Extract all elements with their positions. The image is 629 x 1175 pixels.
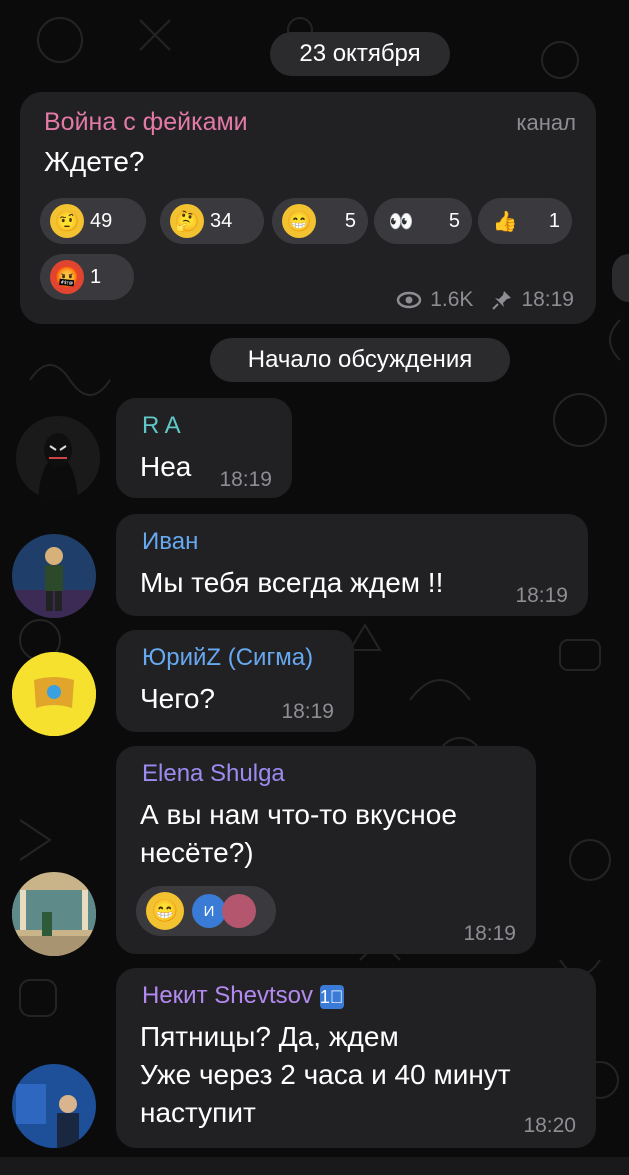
reactor-avatar-photo [222, 894, 256, 928]
thumbs-up-emoji-icon: 👍 [492, 210, 518, 233]
message-author[interactable]: Иван [142, 528, 198, 556]
discussion-start-chip: Начало обсуждения [210, 338, 510, 382]
message-bubble[interactable]: Иван Мы тебя всегда ждем !! 18:19 [116, 514, 588, 616]
avatar-image [12, 534, 96, 618]
grin-emoji-icon: 😁 [282, 204, 316, 238]
grin-emoji-icon: 😁 [146, 892, 184, 930]
avatar-image [12, 872, 96, 956]
reaction-count: 34 [210, 209, 233, 232]
reaction-count: 49 [90, 209, 113, 232]
message-time: 18:19 [463, 922, 516, 945]
avatar[interactable] [12, 534, 96, 618]
reaction-count: 5 [344, 209, 356, 232]
section-label: Начало обсуждения [247, 346, 473, 373]
share-button[interactable] [612, 254, 629, 302]
author-name[interactable]: Некит Shevtsov [142, 982, 313, 1009]
reactor-avatar: И [192, 894, 226, 928]
reaction-raised-eyebrow[interactable]: 🤨 49 [40, 198, 146, 244]
reaction-thinking[interactable]: 🤔 34 [160, 198, 264, 244]
message-text-line: наступит [140, 1097, 256, 1128]
message-text-line: несёте?) [140, 837, 254, 868]
avatar-image [12, 1064, 96, 1148]
avatar[interactable] [12, 1064, 96, 1148]
reaction-count: 1 [90, 265, 102, 288]
message-reaction[interactable]: 😁 И [136, 886, 276, 936]
reaction-eyes[interactable]: 👀 5 [374, 198, 472, 244]
reaction-count: 5 [448, 209, 460, 232]
message-text-line: А вы нам что-то вкусное [140, 799, 457, 830]
message-text-line: Уже через 2 часа и 40 минут [140, 1059, 511, 1090]
message-time: 18:19 [281, 700, 334, 723]
message-time: 18:19 [219, 468, 272, 491]
channel-name[interactable]: Война с фейками [44, 108, 248, 137]
avatar-image [12, 652, 96, 736]
message-author[interactable]: Elena Shulga [142, 760, 285, 788]
channel-post[interactable]: Война с фейками канал Ждете? 🤨 49 🤔 34 😁… [20, 92, 596, 324]
message-author[interactable]: Некит Shevtsov 1⃣ [142, 982, 344, 1010]
message-text: Нea [140, 451, 192, 482]
message-text: Чего? [140, 683, 215, 714]
thinking-emoji-icon: 🤔 [170, 204, 204, 238]
eyes-emoji-icon: 👀 [388, 210, 414, 233]
message-text: А вы нам что-то вкусное несёте?) [140, 796, 457, 872]
message-time: 18:20 [523, 1114, 576, 1137]
avatar[interactable] [12, 872, 96, 956]
message-text-line: Пятницы? Да, ждем [140, 1021, 399, 1052]
post-time: 18:19 [521, 288, 574, 311]
message-author[interactable]: ЮрийZ (Сигма) [142, 644, 313, 672]
angry-emoji-icon: 🤬 [50, 260, 84, 294]
message-bubble[interactable]: ЮрийZ (Сигма) Чего? 18:19 [116, 630, 354, 732]
reaction-angry[interactable]: 🤬 1 [40, 254, 134, 300]
message-bubble[interactable]: Elena Shulga А вы нам что-то вкусное нес… [116, 746, 536, 954]
message-text: Пятницы? Да, ждем Уже через 2 часа и 40 … [140, 1018, 511, 1132]
avatar[interactable] [16, 416, 100, 500]
pin-icon [492, 291, 512, 310]
views-count: 1.6K [430, 288, 474, 311]
keycap-one-badge-icon: 1⃣ [319, 985, 344, 1009]
avatar-image [16, 416, 100, 500]
message-author[interactable]: R A [142, 412, 181, 440]
raised-eyebrow-emoji-icon: 🤨 [50, 204, 84, 238]
avatar[interactable] [12, 652, 96, 736]
date-chip: 23 октября [270, 32, 450, 76]
message-bubble[interactable]: Некит Shevtsov 1⃣ Пятницы? Да, ждем Уже … [116, 968, 596, 1148]
message-time: 18:19 [515, 584, 568, 607]
message-text: Мы тебя всегда ждем !! [140, 567, 444, 598]
date-label: 23 октября [299, 40, 421, 67]
channel-tag: канал [516, 110, 576, 135]
reaction-thumbs-up[interactable]: 👍 1 [478, 198, 572, 244]
post-text: Ждете? [44, 146, 145, 177]
post-meta: 1.6K 18:19 [396, 288, 574, 312]
reaction-count: 1 [548, 209, 560, 232]
eye-icon [397, 291, 422, 309]
bottom-bar [0, 1157, 629, 1175]
message-bubble[interactable]: R A Нea 18:19 [116, 398, 292, 498]
reaction-grin[interactable]: 😁 5 [272, 198, 368, 244]
